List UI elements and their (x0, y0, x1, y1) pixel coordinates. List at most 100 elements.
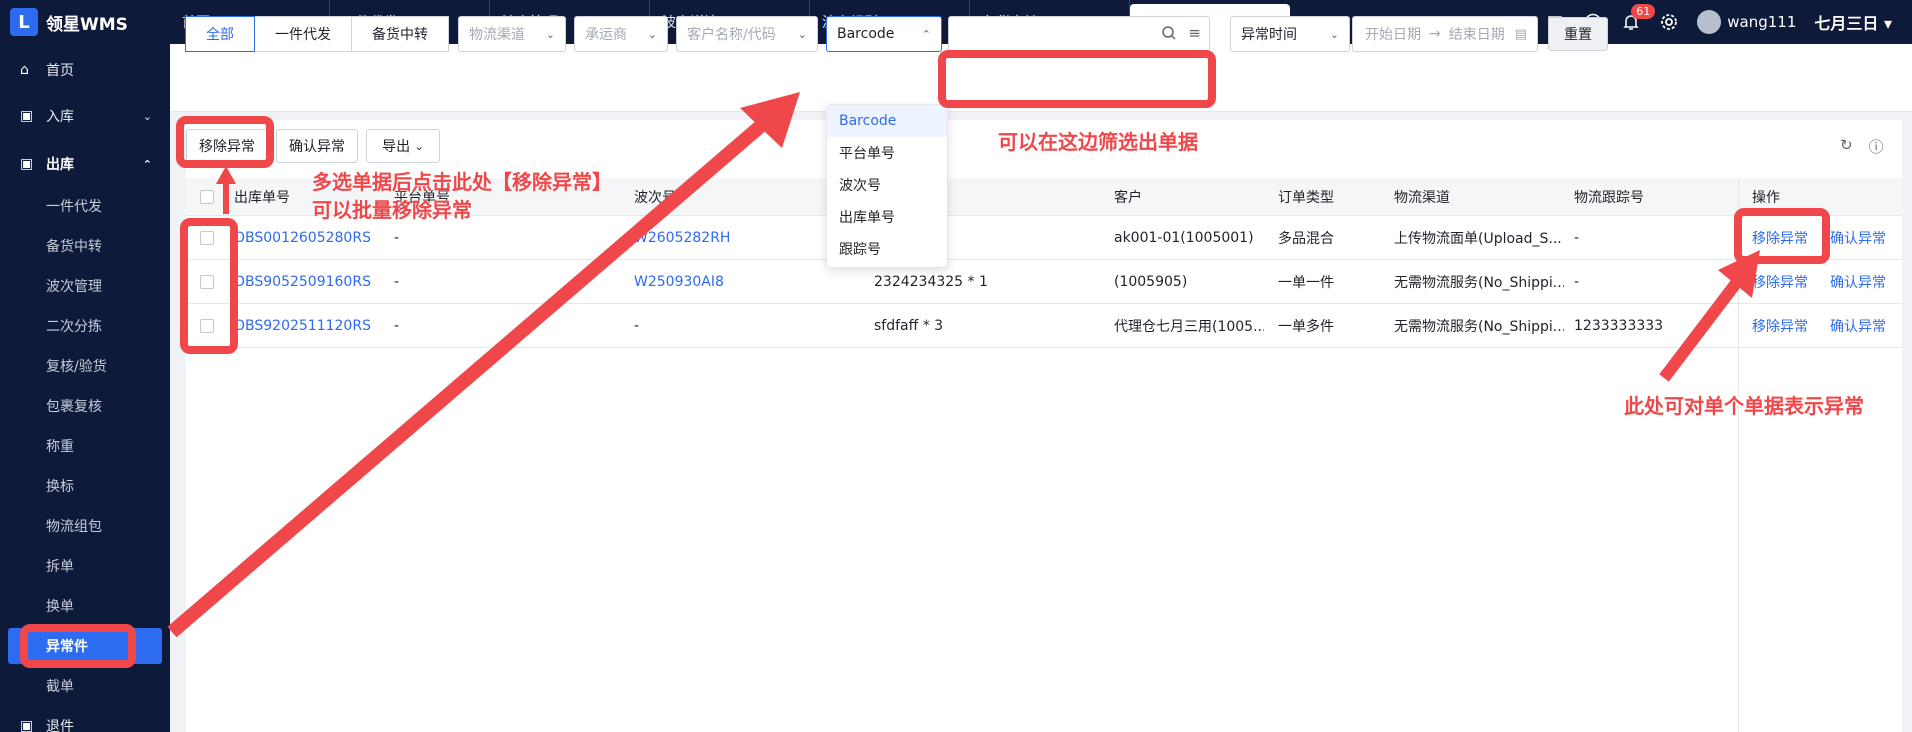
tracking-no: - (1574, 273, 1580, 290)
channel: 无需物流服务(No_Shippi... (1394, 318, 1564, 335)
row-checkbox[interactable] (200, 318, 214, 333)
sidebar-item-outbound[interactable]: ▣ 出库 ⌃ (0, 146, 170, 182)
sidebar-item-label: 首页 (46, 63, 74, 79)
app-title: 领星WMS (46, 14, 128, 35)
annotation-filter: 可以在这边筛选出单据 (998, 130, 1198, 154)
order-type-segment: 全部 一件代发 备货中转 (185, 16, 449, 52)
sidebar: ⌂ 首页 ▣ 入库 ⌄ ▣ 出库 ⌃ 一件代发 备货中转 波次管理 二次分拣 复核/验货 … (0, 44, 170, 732)
chevron-down-icon: ⌄ (647, 27, 657, 41)
export-button[interactable]: 导出 ⌄ (366, 129, 440, 163)
confirm-exception-button[interactable]: 确认异常 (276, 129, 358, 163)
seg-all[interactable]: 全部 (185, 16, 255, 52)
username: wang111 (1727, 13, 1797, 31)
option-barcode[interactable]: Barcode (827, 105, 947, 137)
help-icon[interactable]: ⓘ (1869, 136, 1884, 157)
remove-exception-button[interactable]: 移除异常 (186, 129, 268, 163)
customer-placeholder: 客户名称/代码 (687, 27, 776, 43)
sidebar-item-weigh[interactable]: 称重 (0, 428, 170, 464)
refresh-icon[interactable]: ↻ (1840, 136, 1853, 157)
search-input[interactable]: ≡ (948, 16, 1210, 52)
sidebar-item-home[interactable]: ⌂ 首页 (0, 52, 170, 88)
col-tracking[interactable]: 物流跟踪号 (1574, 178, 1644, 215)
col-outbound-no[interactable]: 出库单号 (234, 178, 290, 215)
chevron-down-icon: ⌄ (1329, 27, 1339, 41)
row-checkbox[interactable] (200, 230, 214, 245)
seg-stock-transfer[interactable]: 备货中转 (351, 16, 449, 52)
shop-switcher[interactable]: 七月三日 ▾ (1814, 10, 1892, 34)
bell-icon[interactable]: 61 (1621, 4, 1656, 32)
customer: ak001-01(1005001) (1114, 229, 1254, 246)
wave-no-link[interactable]: W2605282RH (634, 216, 730, 259)
list-icon[interactable]: ≡ (1188, 24, 1201, 42)
row-checkbox[interactable] (200, 274, 214, 289)
chevron-up-icon: ⌃ (142, 157, 152, 171)
option-outbound-no[interactable]: 出库单号 (827, 201, 947, 233)
outbound-no-link[interactable]: OBS9052509160RS (234, 260, 371, 303)
col-order-type[interactable]: 订单类型 (1278, 178, 1334, 215)
customer: 代理仓七月三用(1005... (1114, 318, 1264, 335)
chevron-down-icon: ⌄ (142, 109, 152, 123)
sidebar-item-split[interactable]: 拆单 (0, 548, 170, 584)
sidebar-item-secondary-sort[interactable]: 二次分拣 (0, 308, 170, 344)
option-tracking-no[interactable]: 跟踪号 (827, 233, 947, 265)
search-icon[interactable] (1161, 25, 1177, 45)
gear-icon[interactable] (1659, 12, 1679, 32)
actions-column-divider (1738, 178, 1902, 732)
seg-dropship[interactable]: 一件代发 (254, 16, 352, 52)
sidebar-item-returns[interactable]: ▣ 退件 (0, 708, 170, 732)
app-logo[interactable]: L 领星WMS (0, 0, 170, 44)
search-type-dropdown: Barcode 平台单号 波次号 出库单号 跟踪号 (826, 104, 948, 268)
carrier-select[interactable]: 承运商 ⌄ (574, 16, 668, 52)
filter-bar (170, 44, 1912, 112)
col-customer[interactable]: 客户 (1114, 178, 1142, 215)
option-wave-no[interactable]: 波次号 (827, 169, 947, 201)
annotation-single: 此处可对单个单据表示异常 (1624, 394, 1864, 418)
customer-select[interactable]: 客户名称/代码 ⌄ (676, 16, 818, 52)
col-channel[interactable]: 物流渠道 (1394, 178, 1450, 215)
arrow-right-icon: → (1429, 26, 1441, 42)
wave-no-link[interactable]: W250930AI8 (634, 260, 724, 303)
user-menu[interactable]: wang111 (1697, 10, 1796, 34)
sidebar-item-wave-mgmt[interactable]: 波次管理 (0, 268, 170, 304)
table-tools: ↻ ⓘ (1840, 136, 1884, 157)
search-type-select[interactable]: Barcode ⌃ (826, 16, 942, 52)
shop-name: 七月三日 (1814, 14, 1879, 33)
chevron-down-icon: ⌄ (414, 139, 424, 153)
logo-icon: L (10, 8, 38, 36)
sidebar-item-parcel-review[interactable]: 包裹复核 (0, 388, 170, 424)
sidebar-item-relabel[interactable]: 换标 (0, 468, 170, 504)
sidebar-item-dropship[interactable]: 一件代发 (0, 188, 170, 224)
time-type-select[interactable]: 异常时间 ⌄ (1230, 16, 1350, 52)
tracking-no: - (1574, 229, 1580, 246)
end-date: 结束日期 (1448, 27, 1505, 43)
sidebar-item-intercept[interactable]: 截单 (0, 668, 170, 704)
start-date: 开始日期 (1365, 27, 1421, 43)
sidebar-item-stock-transfer[interactable]: 备货中转 (0, 228, 170, 264)
col-wave-no[interactable]: 波次号 (634, 178, 676, 215)
sidebar-item-review[interactable]: 复核/验货 (0, 348, 170, 384)
annotation-batch-remove-2: 可以批量移除异常 (312, 198, 472, 222)
sidebar-item-logistics-pack[interactable]: 物流组包 (0, 508, 170, 544)
customer: (1005905) (1114, 273, 1188, 290)
chevron-up-icon: ⌃ (921, 27, 931, 41)
platform-no: - (394, 317, 400, 334)
calendar-icon: ▤ (1514, 26, 1528, 42)
sidebar-item-label: 入库 (46, 109, 74, 125)
reset-button[interactable]: 重置 (1548, 17, 1608, 51)
product: sfdfaff * 3 (874, 317, 944, 334)
chevron-down-icon: ⌄ (797, 27, 807, 41)
outbound-no-link[interactable]: OBS9202511120RS (234, 304, 371, 347)
sidebar-item-exceptions[interactable]: 异常件 (8, 628, 162, 664)
notification-badge: 61 (1631, 4, 1656, 19)
sidebar-item-swap[interactable]: 换单 (0, 588, 170, 624)
select-all-checkbox[interactable] (200, 189, 214, 204)
order-type: 一单一件 (1278, 274, 1334, 291)
order-type: 多品混合 (1278, 230, 1334, 247)
channel-select[interactable]: 物流渠道 ⌄ (458, 16, 566, 52)
export-label: 导出 (382, 139, 411, 155)
option-platform-no[interactable]: 平台单号 (827, 137, 947, 169)
chevron-down-icon: ▾ (1883, 14, 1892, 33)
table-row: OBS9052509160RS - W250930AI8 2324234325 … (186, 260, 1902, 304)
date-range-picker[interactable]: 开始日期 → 结束日期 ▤ (1352, 16, 1538, 52)
sidebar-item-inbound[interactable]: ▣ 入库 ⌄ (0, 98, 170, 134)
